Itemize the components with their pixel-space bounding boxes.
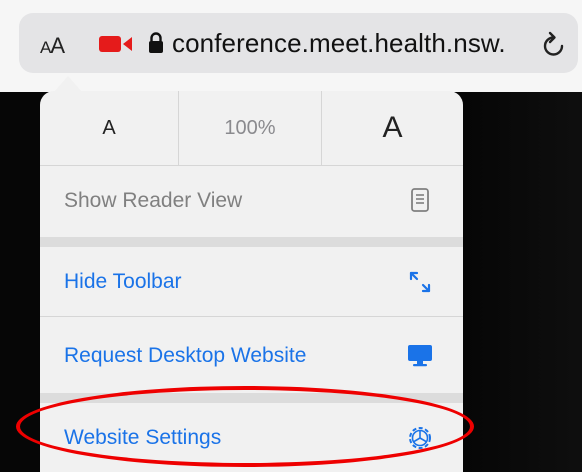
hide-toolbar-item[interactable]: Hide Toolbar — [40, 247, 463, 317]
url-text[interactable]: conference.meet.health.nsw. — [172, 28, 506, 59]
show-reader-view-label: Show Reader View — [64, 189, 243, 212]
hide-toolbar-label: Hide Toolbar — [64, 270, 182, 293]
resize-arrows-icon — [409, 271, 431, 293]
request-desktop-website-item[interactable]: Request Desktop Website — [40, 318, 463, 393]
decrease-font-button[interactable]: A — [40, 91, 179, 165]
video-camera-icon[interactable] — [98, 34, 134, 54]
lock-icon — [149, 32, 163, 53]
highlight-annotation-ellipse — [16, 386, 474, 467]
increase-font-button[interactable]: A — [322, 91, 463, 165]
request-desktop-website-label: Request Desktop Website — [64, 344, 307, 367]
show-reader-view-item[interactable]: Show Reader View — [40, 165, 463, 237]
font-size-row: A 100% A — [40, 91, 463, 166]
browser-top-bar: AA conference.meet.health.nsw. — [0, 0, 582, 92]
text-size-small-glyph: A — [40, 38, 51, 57]
menu-group-separator — [40, 237, 463, 247]
page-edge-shade — [462, 92, 582, 472]
reader-view-icon — [411, 188, 429, 212]
text-size-large-glyph: A — [50, 33, 65, 58]
menu-pointer — [54, 76, 82, 92]
desktop-monitor-icon — [408, 345, 432, 367]
zoom-level[interactable]: 100% — [179, 91, 322, 165]
text-size-button[interactable]: AA — [40, 33, 65, 59]
reload-icon[interactable] — [540, 29, 568, 59]
